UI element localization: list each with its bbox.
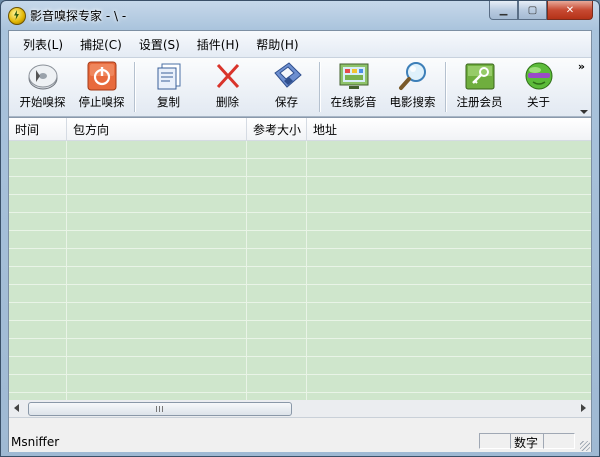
minimize-icon: ▁ (499, 4, 508, 16)
movie-search-button[interactable]: 电影搜索 (383, 58, 442, 114)
resize-grip-icon[interactable] (580, 441, 590, 451)
menu-help[interactable]: 帮助(H) (248, 34, 306, 55)
about-label: 关于 (527, 95, 550, 109)
toolbar-overflow-chevron-icon[interactable]: » (578, 60, 585, 73)
menu-capture[interactable]: 捕捉(C) (72, 34, 130, 55)
column-header-direction[interactable]: 包方向 (67, 118, 247, 140)
online-media-label: 在线影音 (330, 95, 377, 109)
delete-button[interactable]: 删除 (198, 58, 257, 114)
status-panel-empty (543, 433, 575, 449)
scroll-right-arrow-icon[interactable] (581, 404, 586, 412)
column-header-time[interactable]: 时间 (9, 118, 67, 140)
close-button[interactable]: ✕ (547, 1, 593, 20)
close-icon: ✕ (565, 4, 575, 16)
window-controls: ▁ ▢ ✕ (489, 1, 593, 20)
register-button[interactable]: 注册会员 (450, 58, 509, 114)
column-divider (66, 141, 67, 400)
delete-x-icon (212, 61, 244, 91)
column-header-size[interactable]: 参考大小 (247, 118, 307, 140)
column-divider (306, 141, 307, 400)
list-body[interactable] (9, 141, 591, 400)
menu-plugins[interactable]: 插件(H) (189, 34, 247, 55)
menu-list[interactable]: 列表(L) (15, 34, 71, 55)
register-label: 注册会员 (456, 95, 503, 109)
stop-sniff-button[interactable]: 停止嗅探 (72, 58, 131, 114)
online-media-button[interactable]: 在线影音 (324, 58, 383, 114)
app-logo-icon[interactable] (8, 7, 26, 25)
key-card-icon (464, 61, 496, 91)
toolbar-separator (319, 62, 321, 112)
face-sunglasses-icon (523, 61, 555, 91)
floppy-disk-icon (271, 61, 303, 91)
status-panel-numlock: 数字 (510, 433, 544, 450)
save-label: 保存 (275, 95, 298, 109)
stop-sniff-label: 停止嗅探 (78, 95, 125, 109)
save-button[interactable]: 保存 (257, 58, 316, 114)
title-bar[interactable]: 影音嗅探专家 - \ - ▁ ▢ ✕ (1, 1, 599, 29)
toolbar: 开始嗅探 停止嗅探 复制 删除 保存 在线影音 电影搜索 注册会员 关于 » (9, 58, 591, 117)
client-area: 列表(L) 捕捉(C) 设置(S) 插件(H) 帮助(H) 开始嗅探 停止嗅探 … (8, 30, 592, 452)
toolbar-separator (445, 62, 447, 112)
menu-settings[interactable]: 设置(S) (131, 34, 188, 55)
window-title: 影音嗅探专家 - \ - (30, 9, 127, 23)
copy-icon (153, 61, 185, 91)
capture-list[interactable]: 时间 包方向 参考大小 地址 (9, 117, 591, 401)
status-text: Msniffer (11, 435, 60, 449)
copy-label: 复制 (157, 95, 180, 109)
start-sniff-label: 开始嗅探 (19, 95, 66, 109)
list-header: 时间 包方向 参考大小 地址 (9, 118, 591, 141)
horizontal-scrollbar[interactable] (9, 400, 591, 418)
media-screen-icon (338, 61, 370, 91)
minimize-button[interactable]: ▁ (489, 1, 518, 20)
column-header-address[interactable]: 地址 (307, 118, 591, 140)
scroll-left-arrow-icon[interactable] (14, 404, 19, 412)
delete-label: 删除 (216, 95, 239, 109)
main-window: 影音嗅探专家 - \ - ▁ ▢ ✕ 列表(L) 捕捉(C) 设置(S) 插件(… (0, 0, 600, 457)
scroll-grip-icon (155, 406, 165, 412)
toolbar-dropdown-arrow-icon[interactable] (580, 110, 588, 114)
scroll-thumb[interactable] (28, 402, 292, 416)
status-panel-empty (479, 433, 511, 449)
power-icon (86, 61, 118, 91)
movie-search-label: 电影搜索 (389, 95, 436, 109)
menu-bar: 列表(L) 捕捉(C) 设置(S) 插件(H) 帮助(H) (9, 31, 591, 58)
maximize-button[interactable]: ▢ (518, 1, 547, 20)
maximize-icon: ▢ (527, 4, 538, 16)
copy-button[interactable]: 复制 (139, 58, 198, 114)
magnifier-icon (397, 61, 429, 91)
status-bar: Msniffer 数字 (9, 431, 591, 452)
about-button[interactable]: 关于 (509, 58, 568, 114)
disc-play-icon (27, 61, 59, 91)
column-divider (246, 141, 247, 400)
start-sniff-button[interactable]: 开始嗅探 (13, 58, 72, 114)
toolbar-separator (134, 62, 136, 112)
